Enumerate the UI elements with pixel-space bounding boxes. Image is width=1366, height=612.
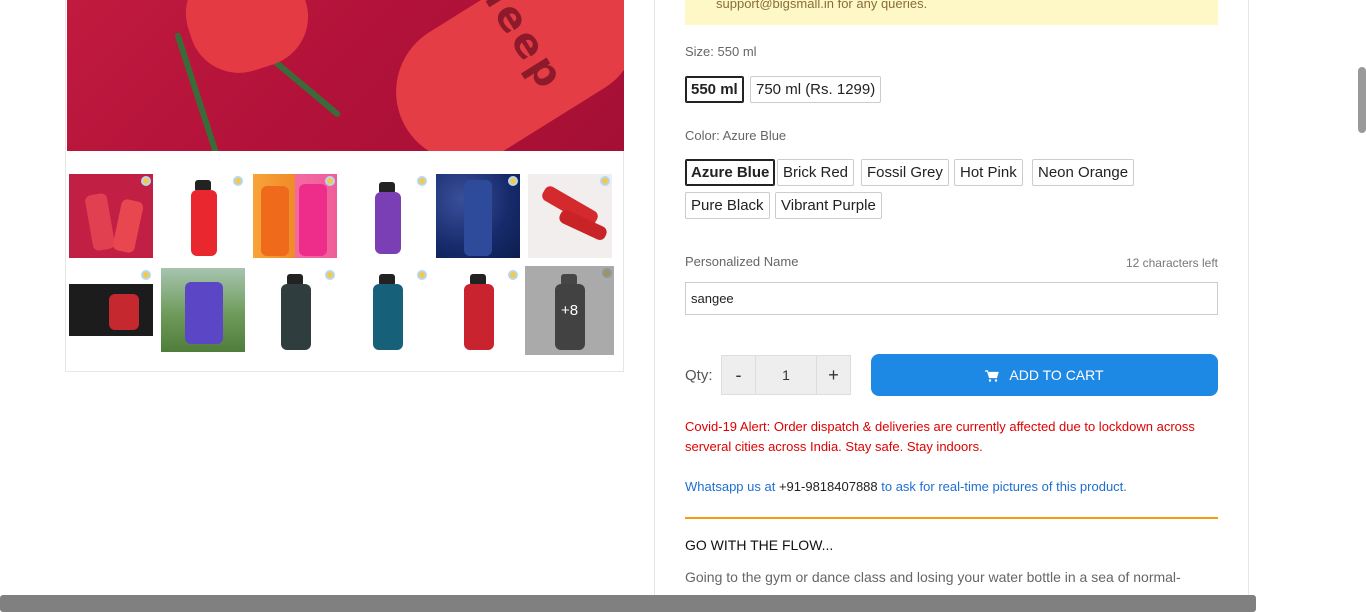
color-option-hot-pink[interactable]: Hot Pink [954, 159, 1023, 186]
whatsapp-info: Whatsapp us at +91-9818407888 to ask for… [685, 479, 1127, 494]
characters-left: 12 characters left [1125, 256, 1218, 270]
thumbnail[interactable] [161, 268, 245, 352]
thumbnail[interactable] [161, 174, 245, 258]
color-option-pure-black[interactable]: Pure Black [685, 192, 770, 219]
more-images-count: +8 [525, 266, 614, 355]
thumbnail[interactable] [69, 174, 153, 258]
vertical-scrollbar[interactable] [1358, 67, 1366, 133]
cart-icon [985, 369, 1000, 382]
divider [685, 517, 1218, 519]
color-option-brick-red[interactable]: Brick Red [777, 159, 855, 186]
size-label: Size: 550 ml [685, 44, 757, 59]
thumbnail-more[interactable]: +8 [525, 266, 614, 355]
qty-increase-button[interactable]: + [816, 355, 851, 395]
personalized-name-label: Personalized Name [685, 254, 799, 269]
horizontal-scrollbar[interactable] [0, 595, 1256, 612]
color-option-azure-blue[interactable]: Azure Blue [685, 159, 776, 186]
color-option-vibrant-purple[interactable]: Vibrant Purple [775, 192, 882, 219]
qty-value[interactable]: 1 [756, 355, 816, 395]
thumbnail[interactable] [69, 268, 153, 352]
description-title: GO WITH THE FLOW... [685, 537, 834, 553]
color-option-neon-orange[interactable]: Neon Orange [1032, 159, 1135, 186]
thumbnail[interactable] [436, 174, 520, 258]
main-product-image[interactable]: deep [67, 0, 624, 151]
thumbnail[interactable] [345, 174, 429, 258]
color-option-fossil-grey[interactable]: Fossil Grey [861, 159, 949, 186]
description-text: Going to the gym or dance class and losi… [685, 569, 1181, 585]
qty-label: Qty: [685, 367, 713, 384]
personalized-name-input[interactable] [685, 282, 1218, 315]
support-notice: support@bigsmall.in for any queries. [685, 0, 1218, 25]
color-label: Color: Azure Blue [685, 128, 787, 143]
support-notice-text: support@bigsmall.in for any queries. [716, 0, 928, 11]
qty-decrease-button[interactable]: - [721, 355, 756, 395]
size-option-550ml[interactable]: 550 ml [685, 76, 744, 103]
whatsapp-suffix: to ask for real-time pictures of this pr… [877, 479, 1127, 494]
thumbnail[interactable] [253, 268, 337, 352]
product-gallery: deep +8 [65, 0, 624, 372]
whatsapp-prefix: Whatsapp us at [685, 479, 779, 494]
size-option-750ml[interactable]: 750 ml (Rs. 1299) [750, 76, 882, 103]
add-to-cart-label: ADD TO CART [1009, 367, 1104, 383]
whatsapp-number[interactable]: +91-9818407888 [779, 479, 878, 494]
thumbnail[interactable] [528, 174, 612, 258]
thumbnail[interactable] [345, 268, 429, 352]
thumbnail[interactable] [253, 174, 337, 258]
add-to-cart-button[interactable]: ADD TO CART [871, 354, 1218, 396]
thumbnail[interactable] [436, 268, 520, 352]
covid-alert: Covid-19 Alert: Order dispatch & deliver… [685, 419, 1195, 454]
